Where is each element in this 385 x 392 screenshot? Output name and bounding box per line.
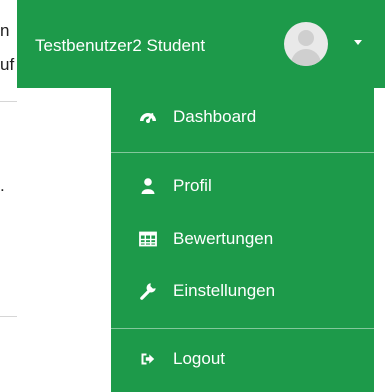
dashboard-icon (140, 113, 156, 123)
menu-item-label: Bewertungen (173, 229, 274, 248)
user-dropdown-menu: Dashboard Profil Bewertungen Einstellung… (111, 88, 374, 392)
background-text-fragment: uf (0, 55, 15, 74)
user-name: Testbenutzer2 Student (35, 36, 206, 55)
menu-item-profil[interactable]: Profil (111, 166, 374, 206)
menu-item-label: Profil (173, 176, 212, 195)
menu-divider (111, 328, 374, 329)
logout-icon (141, 353, 155, 365)
background-divider (0, 101, 17, 102)
table-icon (139, 231, 157, 247)
user-icon (141, 178, 155, 194)
menu-item-label: Einstellungen (173, 281, 276, 300)
menu-item-label: Logout (173, 349, 225, 368)
wrench-icon (140, 283, 156, 300)
caret-down-icon (354, 40, 362, 45)
background-text-fragment: n (0, 21, 10, 40)
menu-divider (111, 152, 374, 153)
menu-item-label: Dashboard (173, 107, 257, 126)
menu-item-logout[interactable]: Logout (111, 339, 374, 379)
menu-item-dashboard[interactable]: Dashboard (111, 97, 374, 137)
menu-item-bewertungen[interactable]: Bewertungen (111, 219, 374, 259)
avatar (284, 22, 328, 66)
background-divider (0, 316, 17, 317)
background-text-fragment: . (0, 176, 5, 195)
menu-item-einstellungen[interactable]: Einstellungen (111, 271, 374, 311)
user-menu-toggle[interactable]: Testbenutzer2 Student (17, 0, 385, 88)
